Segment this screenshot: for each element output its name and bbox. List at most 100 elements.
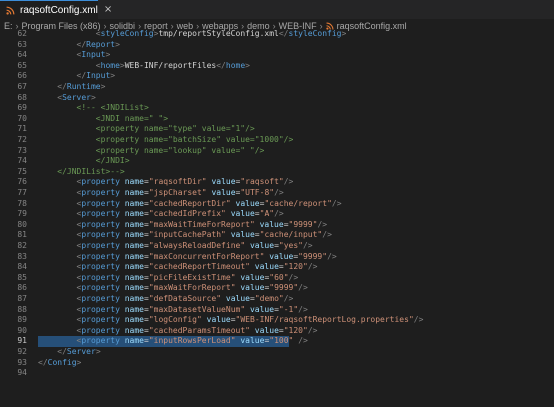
line-number: 84 bbox=[17, 262, 27, 272]
code-line[interactable]: 92 </Server> bbox=[0, 347, 554, 358]
code-text: </Report> bbox=[76, 39, 120, 49]
code-text: <property name="alwaysReloadDefine" valu… bbox=[76, 241, 313, 250]
code-text: <property name="cachedParamsTimeout" val… bbox=[76, 325, 318, 335]
line-number: 69 bbox=[17, 103, 27, 113]
code-line[interactable]: 82 <property name="alwaysReloadDefine" v… bbox=[0, 241, 554, 252]
code-line[interactable]: 64 <Input> bbox=[0, 50, 554, 61]
code-text: <Server> bbox=[57, 92, 96, 102]
code-line[interactable]: 73 <property name="lookup" value=" "/> bbox=[0, 146, 554, 157]
line-number: 75 bbox=[17, 166, 27, 176]
line-number: 80 bbox=[17, 219, 27, 229]
code-text: </Input> bbox=[76, 71, 116, 81]
code-line[interactable]: 90 <property name="cachedParamsTimeout" … bbox=[0, 326, 554, 337]
editor-tab-raqsoftconfig[interactable]: raqsoftConfig.xml × bbox=[0, 0, 112, 19]
code-line[interactable]: 93 </Config> bbox=[0, 358, 554, 369]
code-line[interactable]: 91 <property name="inputRowsPerLoad" val… bbox=[0, 336, 554, 347]
line-number: 89 bbox=[17, 315, 27, 325]
line-number: 93 bbox=[17, 357, 27, 367]
line-number: 87 bbox=[17, 294, 27, 303]
rss-xml-icon bbox=[6, 5, 15, 15]
line-number: 92 bbox=[17, 347, 27, 356]
code-line[interactable]: 66 </Input> bbox=[0, 71, 554, 82]
code-line[interactable]: 68 <Server> bbox=[0, 93, 554, 104]
code-line[interactable]: 70 <JNDI name=" "> bbox=[0, 114, 554, 125]
code-text: <property name="inputRowsPerLoad" value=… bbox=[76, 336, 308, 346]
line-number: 70 bbox=[17, 113, 27, 123]
code-line[interactable]: 94 bbox=[0, 368, 554, 379]
tab-bar: raqsoftConfig.xml × bbox=[0, 0, 554, 19]
code-line[interactable]: 74 </JNDI> bbox=[0, 156, 554, 167]
close-icon[interactable]: × bbox=[104, 5, 112, 15]
code-line[interactable]: 72 <property name="batchSize" value="100… bbox=[0, 135, 554, 146]
code-line[interactable]: 65 <home>WEB-INF/reportFiles</home> bbox=[0, 61, 554, 72]
line-number: 88 bbox=[17, 304, 27, 314]
line-number: 86 bbox=[17, 283, 27, 293]
code-text: <property name="lookup" value=" "/> bbox=[38, 145, 265, 155]
line-number: 77 bbox=[17, 188, 27, 197]
code-line[interactable]: 86 <property name="maxWaitForReport" val… bbox=[0, 283, 554, 294]
code-text: <property name="maxDatasetValueNum" valu… bbox=[76, 304, 308, 314]
code-text: <Input> bbox=[76, 50, 111, 60]
line-number: 90 bbox=[17, 325, 27, 335]
code-text: <property name="type" value="1"/> bbox=[38, 124, 255, 134]
code-line[interactable]: 80 <property name="maxWaitTimeForReport"… bbox=[0, 220, 554, 231]
code-text: <property name="inputCachePath" value="c… bbox=[76, 230, 332, 240]
line-number: 65 bbox=[17, 60, 27, 70]
code-line[interactable]: 88 <property name="maxDatasetValueNum" v… bbox=[0, 305, 554, 316]
code-line[interactable]: 89 <property name="logConfig" value="WEB… bbox=[0, 315, 554, 326]
code-text: <property name="maxWaitForReport" value=… bbox=[76, 283, 308, 293]
code-line[interactable]: 75 </JNDIList>--> bbox=[0, 167, 554, 178]
code-text: </Server> bbox=[57, 347, 101, 356]
line-number: 64 bbox=[17, 50, 27, 60]
code-line[interactable]: 67 </Runtime> bbox=[0, 82, 554, 93]
code-line[interactable]: 85 <property name="picFileExistTime" val… bbox=[0, 273, 554, 284]
code-text: <property name="raqsoftDir" value="raqso… bbox=[76, 177, 294, 187]
code-text: <home>WEB-INF/reportFiles</home> bbox=[95, 60, 250, 70]
code-text: <property name="jspCharset" value="UTF-8… bbox=[76, 188, 284, 197]
code-text: <property name="maxWaitTimeForReport" va… bbox=[76, 219, 328, 229]
code-text: <property name="logConfig" value="WEB-IN… bbox=[76, 315, 424, 325]
line-number: 83 bbox=[17, 251, 27, 261]
code-text: <property name="cachedReportDir" value="… bbox=[76, 198, 342, 208]
code-line[interactable]: 76 <property name="raqsoftDir" value="ra… bbox=[0, 177, 554, 188]
code-text: <property name="batchSize" value="1000"/… bbox=[38, 135, 294, 144]
line-number: 73 bbox=[17, 145, 27, 155]
code-line[interactable]: 71 <property name="type" value="1"/> bbox=[0, 124, 554, 135]
line-number: 74 bbox=[17, 156, 27, 166]
code-line[interactable]: 87 <property name="defDataSource" value=… bbox=[0, 294, 554, 305]
code-text: <property name="cachedReportTimeout" val… bbox=[76, 262, 318, 272]
code-text: <property name="defDataSource" value="de… bbox=[76, 294, 294, 303]
code-text: <property name="maxConcurrentForReport" … bbox=[76, 251, 337, 261]
line-number: 79 bbox=[17, 209, 27, 219]
line-number: 78 bbox=[17, 198, 27, 208]
code-text: </JNDIList>--> bbox=[38, 166, 125, 176]
code-text: </Config> bbox=[38, 357, 82, 367]
code-text: <!-- <JNDIList> bbox=[76, 103, 149, 113]
code-line[interactable]: 81 <property name="inputCachePath" value… bbox=[0, 230, 554, 241]
line-number: 76 bbox=[17, 177, 27, 187]
code-line[interactable]: 83 <property name="maxConcurrentForRepor… bbox=[0, 252, 554, 263]
line-number: 66 bbox=[17, 71, 27, 81]
code-line[interactable]: 84 <property name="cachedReportTimeout" … bbox=[0, 262, 554, 273]
code-editor[interactable]: 62 <styleConfig>tmp/reportStyleConfig.xm… bbox=[0, 29, 554, 407]
line-number: 94 bbox=[17, 368, 27, 378]
code-text: </JNDI> bbox=[38, 156, 130, 166]
code-text: <property name="cachedIdPrefix" value="A… bbox=[76, 209, 284, 219]
code-line[interactable]: 69 <!-- <JNDIList> bbox=[0, 103, 554, 114]
line-number: 81 bbox=[17, 230, 27, 240]
code-text: <styleConfig>tmp/reportStyleConfig.xml</… bbox=[95, 29, 347, 38]
code-line[interactable]: 78 <property name="cachedReportDir" valu… bbox=[0, 199, 554, 210]
code-text: <JNDI name=" "> bbox=[38, 113, 169, 123]
code-line[interactable]: 79 <property name="cachedIdPrefix" value… bbox=[0, 209, 554, 220]
line-number: 72 bbox=[17, 135, 27, 144]
line-number: 71 bbox=[17, 124, 27, 134]
line-number: 63 bbox=[17, 39, 27, 49]
line-number: 68 bbox=[17, 92, 27, 102]
tab-label: raqsoftConfig.xml bbox=[20, 4, 98, 16]
code-line[interactable]: 62 <styleConfig>tmp/reportStyleConfig.xm… bbox=[0, 29, 554, 40]
line-number: 67 bbox=[17, 82, 27, 91]
line-number: 91 bbox=[17, 336, 27, 346]
code-line[interactable]: 77 <property name="jspCharset" value="UT… bbox=[0, 188, 554, 199]
code-line[interactable]: 63 </Report> bbox=[0, 40, 554, 51]
line-number: 85 bbox=[17, 272, 27, 282]
